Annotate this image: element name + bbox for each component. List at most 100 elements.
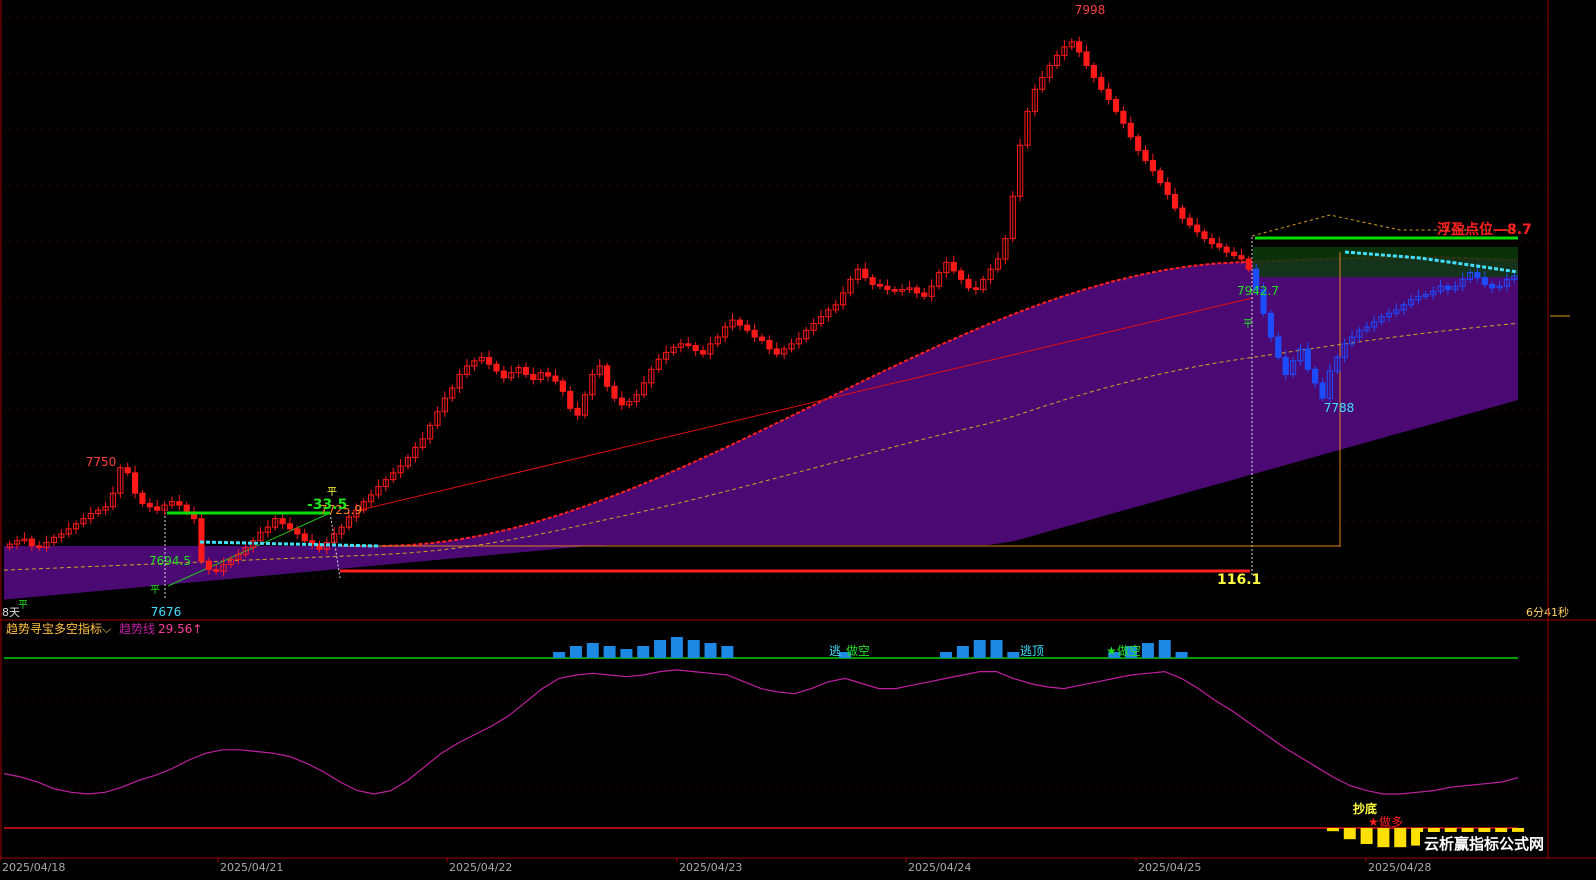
- candle-down: [1157, 170, 1164, 184]
- candle-down: [574, 407, 581, 416]
- candle-down: [751, 329, 758, 338]
- low-label-right: 7788: [1324, 401, 1355, 415]
- candle-down: [699, 350, 707, 355]
- candle-down: [154, 506, 161, 511]
- candle-down: [618, 397, 625, 406]
- candle-down: [198, 518, 205, 562]
- candle-down: [205, 560, 212, 571]
- candle-down: [183, 504, 190, 513]
- candle-down: [1186, 217, 1193, 226]
- candle-down: [1127, 122, 1134, 138]
- candle-down: [1083, 51, 1090, 67]
- candle-down: [965, 278, 972, 289]
- candle-down: [950, 261, 957, 272]
- histogram-bar-top: [553, 652, 566, 658]
- candle-down: [530, 373, 537, 380]
- trend-band: [4, 257, 1518, 600]
- signal-long: 做多: [1379, 814, 1403, 829]
- candle-down: [773, 348, 780, 355]
- histogram-bar-top: [973, 640, 986, 658]
- candlestick-chart: 7998 7750 7676 7788 7694.5 7942.7 7725.9…: [0, 0, 1596, 874]
- histogram-bar-top: [1141, 643, 1154, 658]
- candle-down: [1135, 136, 1142, 151]
- candle-down: [1245, 258, 1252, 270]
- candle-down: [522, 367, 530, 375]
- candle-down: [486, 356, 493, 365]
- candle-down: [1304, 348, 1311, 370]
- candle-down: [1216, 243, 1223, 248]
- candle-down: [1105, 88, 1112, 100]
- candle-down: [1319, 382, 1326, 399]
- date-label: 2025/04/18: [2, 861, 65, 874]
- signal-short-1: 做空: [846, 643, 870, 658]
- candle-down: [1120, 110, 1127, 124]
- ping-marker-3: 平: [1243, 319, 1253, 330]
- candle-down: [1164, 182, 1171, 196]
- histogram-bar-bottom: [1377, 828, 1390, 848]
- histogram-bar-bottom: [1343, 828, 1356, 840]
- date-label: 2025/04/24: [908, 861, 971, 874]
- candle-down: [1474, 272, 1481, 279]
- candle-down: [1223, 246, 1230, 253]
- candle-down: [1282, 356, 1289, 375]
- candle-down: [744, 324, 751, 331]
- candle-down: [692, 345, 699, 352]
- candle-down: [1142, 149, 1149, 162]
- ping-marker-1: 平: [327, 487, 337, 498]
- candle-down: [559, 380, 566, 392]
- indicator-menu-title[interactable]: 趋势寻宝多空指标: [6, 621, 102, 636]
- trend-line-label: 趋势线: [119, 622, 155, 636]
- candle-down: [766, 339, 773, 350]
- indicator-menu[interactable]: 趋势寻宝多空指标 ⌵: [6, 621, 111, 636]
- candle-down: [36, 545, 43, 549]
- ping-marker-2: 平: [150, 585, 160, 596]
- pnl-label: -33.5: [307, 497, 347, 513]
- histogram-bar-top: [704, 643, 717, 658]
- signal-bottom: 抄底: [1353, 801, 1377, 816]
- histogram-bar-top: [670, 637, 683, 658]
- cyan-level-left: [199, 540, 381, 548]
- candle-down: [1201, 231, 1208, 240]
- trend-line-value: 29.56↑: [158, 622, 202, 636]
- signal-escape-1: 逃: [829, 644, 841, 658]
- candle-down: [876, 283, 884, 287]
- candle-down: [972, 287, 979, 291]
- candle-down: [1230, 251, 1238, 257]
- histogram-bar-top: [956, 646, 969, 658]
- candle-down: [1267, 312, 1274, 338]
- star-icon-short: ★: [1106, 644, 1117, 658]
- candle-down: [146, 502, 153, 508]
- candle-down: [493, 363, 500, 372]
- candle-down: [213, 569, 220, 572]
- candle-down: [921, 292, 928, 297]
- candle-down: [862, 268, 869, 279]
- float-profit-label: 浮盈点位—8.7: [1437, 221, 1532, 238]
- candle-down: [1481, 277, 1488, 285]
- candle-down: [736, 319, 743, 326]
- left-corner-text: 8天: [2, 606, 20, 619]
- histogram-bar-top: [1158, 640, 1171, 658]
- candle-down: [301, 533, 308, 542]
- chart-stage: 7998 7750 7676 7788 7694.5 7942.7 7725.9…: [0, 0, 1596, 876]
- histogram-bar-top: [569, 646, 582, 658]
- histogram-bar-top: [940, 652, 953, 658]
- histogram-bar-bottom: [1360, 828, 1373, 844]
- date-label: 2025/04/28: [1368, 861, 1431, 874]
- date-label: 2025/04/21: [220, 861, 283, 874]
- candle-down: [869, 277, 876, 285]
- chevron-down-icon[interactable]: ⌵: [102, 622, 111, 636]
- candle-down: [1098, 76, 1105, 90]
- candle-down: [131, 472, 139, 494]
- candle-down: [1171, 194, 1179, 209]
- candle-down: [1090, 65, 1097, 78]
- histogram-bar-top: [990, 640, 1003, 658]
- high-label: 7998: [1075, 3, 1106, 17]
- candle-down: [758, 336, 766, 341]
- histogram-bar-top: [654, 640, 667, 658]
- candle-down: [1112, 98, 1120, 112]
- candle-down: [685, 343, 692, 347]
- left-peak-label: 7750: [86, 455, 117, 469]
- star-icon-long: ★: [1368, 815, 1379, 829]
- candle-down: [286, 523, 294, 530]
- candle-down: [1312, 368, 1319, 384]
